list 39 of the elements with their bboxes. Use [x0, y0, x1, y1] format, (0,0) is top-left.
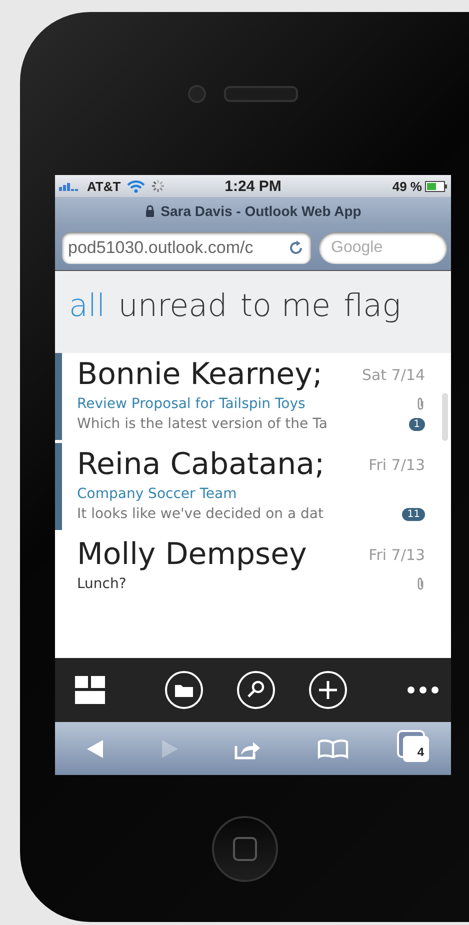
sender-name: Molly Dempsey [77, 537, 307, 572]
clock-time: 1:24 PM [224, 178, 282, 194]
battery-icon [424, 180, 447, 192]
speaker-icon [224, 86, 298, 102]
tiles-icon[interactable] [75, 676, 105, 704]
search-field[interactable]: Google [319, 232, 447, 264]
reload-icon[interactable] [287, 238, 305, 256]
page-title: Sara Davis - Outlook Web App [160, 203, 362, 219]
folder-icon[interactable] [164, 670, 204, 710]
more-icon[interactable] [407, 686, 439, 694]
search-icon[interactable] [236, 670, 276, 710]
camera-icon [188, 84, 206, 102]
filter-tab[interactable]: unread [118, 288, 228, 324]
sender-name: Bonnie Kearney; [77, 357, 322, 392]
message-subject: Company Soccer Team [77, 486, 237, 502]
message-item[interactable]: Bonnie Kearney; Sat 7/14 Review Proposal for Tailspin Toys Which is the latest version of the Ta 1 [55, 353, 437, 440]
message-date: Fri 7/13 [368, 456, 425, 474]
message-preview: Which is the latest version of the Ta [77, 416, 328, 432]
sender-name: Reina Cabatana; [77, 447, 325, 482]
message-date: Sat 7/14 [362, 366, 425, 384]
wifi-icon [126, 180, 145, 192]
message-subject: Lunch? [77, 576, 126, 592]
message-item[interactable]: Reina Cabatana; Fri 7/13 Company Soccer Team It looks like we've decided on a dat 11 [55, 443, 437, 530]
signal-icon [59, 181, 81, 191]
back-icon[interactable] [85, 738, 105, 758]
filter-tab[interactable]: flag [344, 288, 401, 324]
message-item[interactable]: Molly Dempsey Fri 7/13 Lunch? [55, 533, 437, 600]
message-count: 11 [402, 508, 425, 520]
address-field[interactable]: pod51030.outlook.com/c [62, 232, 311, 264]
message-subject: Review Proposal for Tailspin Toys [77, 396, 306, 412]
filter-tab[interactable]: to me [240, 288, 331, 324]
message-date: Fri 7/13 [368, 546, 425, 564]
battery-percent: 49 % [392, 178, 422, 194]
bookmarks-icon[interactable] [316, 738, 348, 758]
lock-icon [144, 205, 155, 217]
message-preview: It looks like we've decided on a dat [77, 506, 324, 522]
plus-icon[interactable] [308, 670, 348, 710]
carrier-name: AT&T [87, 178, 121, 194]
message-count: 1 [408, 418, 425, 430]
